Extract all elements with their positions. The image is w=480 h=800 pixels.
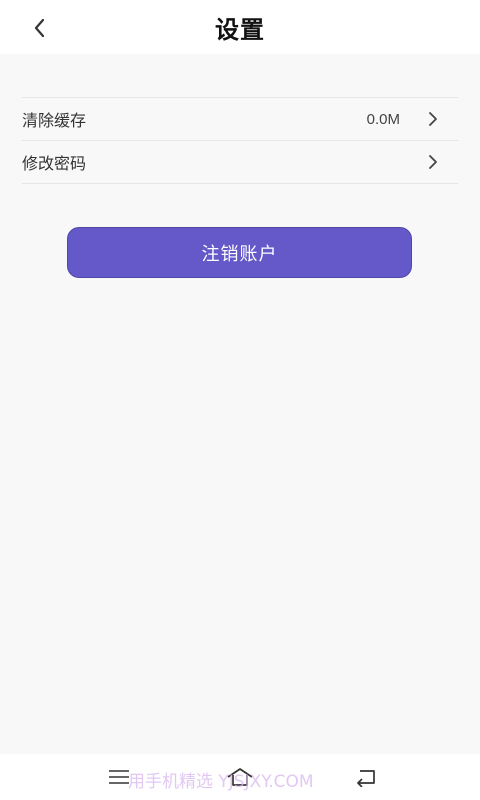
watermark-text: 用手机精选 YJSJXY.COM xyxy=(128,772,314,792)
back-icon xyxy=(357,770,375,787)
system-navigation-bar: 用手机精选 YJSJXY.COM xyxy=(0,754,480,800)
page-title: 设置 xyxy=(215,16,265,44)
clear-cache-row[interactable]: 清除缓存 0.0M xyxy=(22,98,458,141)
home-icon xyxy=(227,768,253,786)
menu-button[interactable] xyxy=(104,764,134,790)
top-bar: 设置 xyxy=(0,0,480,54)
clear-cache-label: 清除缓存 xyxy=(22,111,87,130)
chevron-right-icon xyxy=(429,112,437,126)
change-password-label: 修改密码 xyxy=(22,154,87,173)
menu-icon xyxy=(109,770,129,784)
cache-size-value: 0.0M xyxy=(366,110,400,128)
back-nav-button[interactable] xyxy=(351,764,381,790)
chevron-right-icon xyxy=(429,155,437,169)
settings-list: 清除缓存 0.0M 修改密码 xyxy=(22,97,458,184)
logout-account-button[interactable]: 注销账户 xyxy=(67,227,412,278)
change-password-row[interactable]: 修改密码 xyxy=(22,141,458,184)
home-button[interactable] xyxy=(225,764,255,790)
